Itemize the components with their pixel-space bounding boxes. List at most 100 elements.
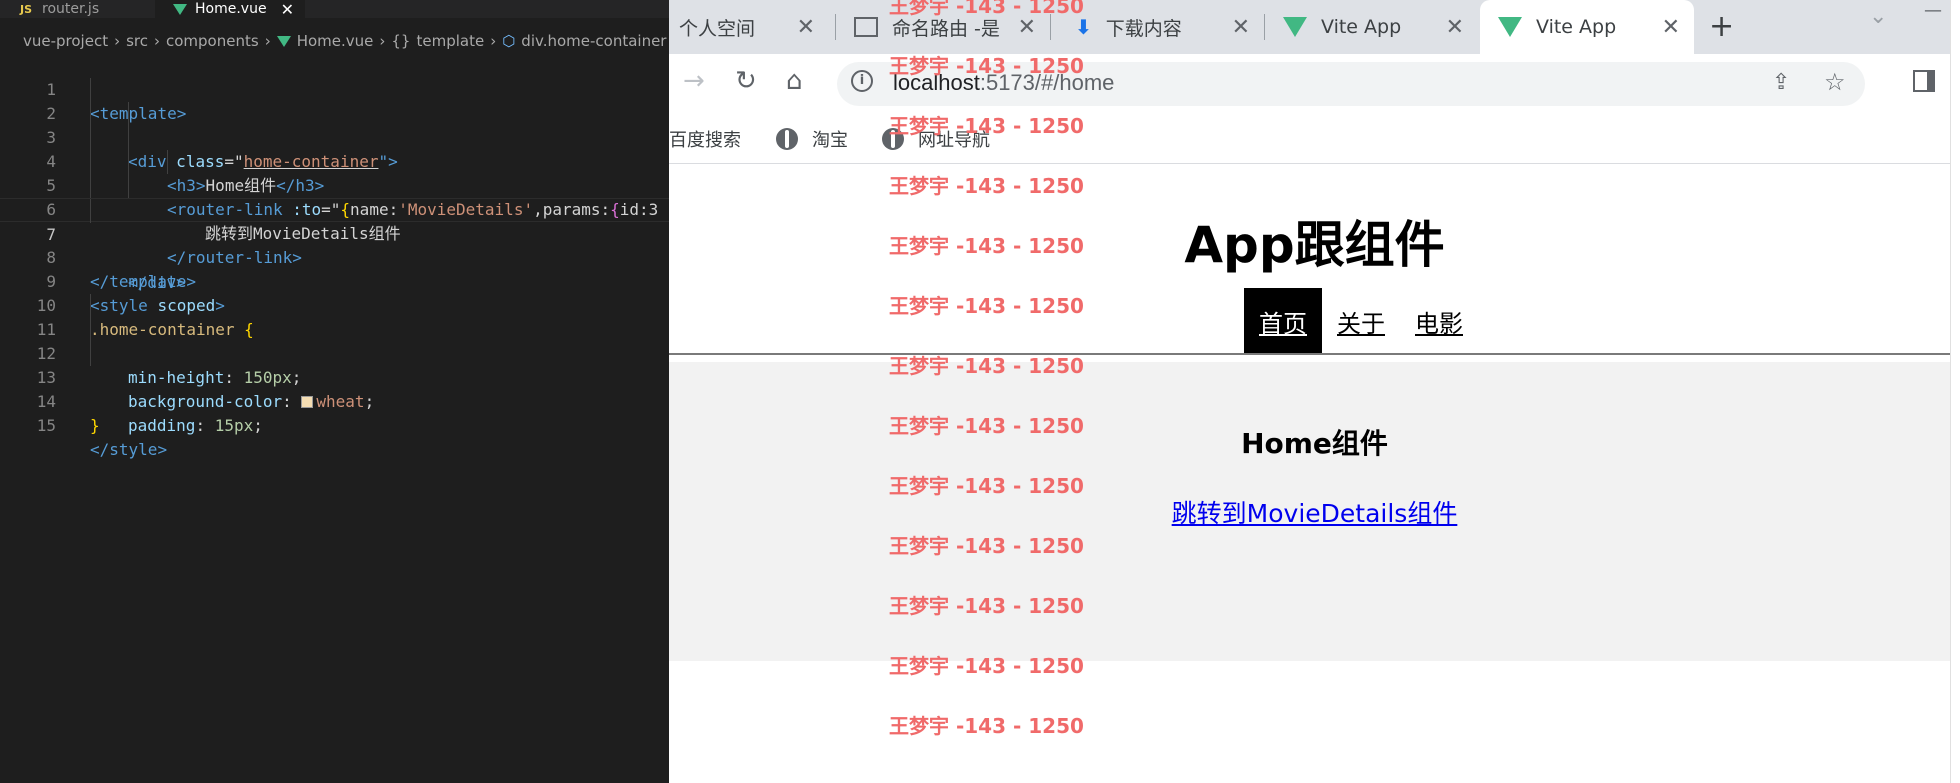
tab-title: 命名路由 -是	[892, 17, 1000, 40]
web-page-content: App跟组件 首页 关于 电影 Home组件 跳转到MovieDetails组件	[669, 165, 1960, 783]
forward-arrow-icon[interactable]: →	[683, 66, 705, 96]
editor-tab-label: router.js	[42, 1, 100, 17]
chevron-right-icon: ›	[154, 32, 160, 50]
share-icon[interactable]: ⇪	[1772, 70, 1790, 95]
chevron-right-icon: ›	[114, 32, 121, 50]
browser-window: 个人空间 ✕ 命名路由 -是 ✕ ⬇ 下载内容 ✕ Vite App ✕ Vit…	[669, 0, 1960, 783]
url-host: localhost	[893, 70, 980, 95]
breadcrumb-item[interactable]: template	[416, 32, 484, 50]
editor-tab-bar: JS router.js Home.vue ✕	[0, 0, 669, 19]
chevron-right-icon: ›	[264, 32, 271, 50]
bookmark-label: 网址导航	[918, 130, 990, 151]
nav-link-home[interactable]: 首页	[1244, 288, 1322, 354]
breadcrumb-item[interactable]: vue-project	[23, 32, 108, 50]
tab-title: 下载内容	[1105, 17, 1182, 40]
breadcrumb-item[interactable]: components	[166, 32, 259, 50]
nav-link-about[interactable]: 关于	[1322, 288, 1400, 354]
code-line: 11 min-height: 150px;	[0, 294, 669, 387]
close-icon[interactable]: ✕	[1232, 15, 1250, 40]
code-line: 14 }	[0, 366, 669, 435]
code-token: 15px	[214, 416, 254, 435]
braces-icon: {}	[391, 32, 411, 50]
code-line: 9 <style scoped>	[0, 246, 669, 315]
close-icon[interactable]: ✕	[1018, 15, 1036, 40]
tab-title: Vite App	[1321, 16, 1402, 38]
browser-tab[interactable]: ⬇ 下载内容 ✕	[1051, 0, 1264, 54]
bookmark-item[interactable]: 淘宝	[776, 126, 848, 152]
code-line: 1 <template>	[0, 54, 669, 123]
browser-tab[interactable]: 个人空间 ✕	[669, 0, 829, 54]
url-text[interactable]: localhost:5173/#/home	[893, 70, 1114, 96]
browser-tab-strip: 个人空间 ✕ 命名路由 -是 ✕ ⬇ 下载内容 ✕ Vite App ✕ Vit…	[669, 0, 1960, 54]
tab-title: Vite App	[1536, 16, 1617, 38]
address-bar[interactable]: i localhost:5173/#/home ⇪ ☆	[837, 62, 1865, 106]
home-icon[interactable]: ⌂	[786, 66, 803, 96]
editor-tab-router-js[interactable]: JS router.js	[0, 0, 155, 18]
code-line: 15 </style>	[0, 390, 669, 459]
code-line: 13 padding: 15px;	[0, 342, 669, 435]
vue-file-icon	[173, 3, 187, 15]
bookmarks-bar: 百度搜索 淘宝 网址导航	[669, 114, 1960, 164]
bookmark-label: 百度搜索	[669, 130, 741, 151]
code-line: 8 </template>	[0, 222, 669, 291]
side-panel-icon[interactable]	[1913, 70, 1935, 92]
browser-toolbar: → ↻ ⌂ i localhost:5173/#/home ⇪ ☆	[669, 54, 1960, 114]
bookmark-item[interactable]: 百度搜索	[669, 126, 741, 152]
browser-tab[interactable]: Vite App ✕	[1265, 0, 1478, 54]
tab-search-chevron-icon[interactable]: ⌄	[1869, 4, 1887, 29]
browser-tab-active[interactable]: Vite App ✕	[1480, 0, 1694, 54]
breadcrumb: vue-project › src › components › Home.vu…	[0, 30, 669, 52]
bookmark-star-icon[interactable]: ☆	[1824, 68, 1846, 96]
code-line-current: 7 </div>	[0, 198, 669, 292]
reload-icon[interactable]: ↻	[735, 66, 757, 96]
vue-file-icon	[276, 35, 291, 47]
code-line: 2 <div class="home-container">	[0, 78, 669, 171]
element-cube-icon: ⬡	[502, 32, 516, 50]
new-tab-button[interactable]: +	[1709, 9, 1734, 44]
code-token: :	[195, 416, 215, 435]
code-token: >	[157, 440, 168, 459]
close-icon[interactable]: ✕	[1662, 15, 1680, 40]
breadcrumb-item[interactable]: Home.vue	[297, 32, 374, 50]
vite-favicon-icon	[1283, 17, 1307, 37]
browser-tab[interactable]: 命名路由 -是 ✕	[836, 0, 1050, 54]
code-token: padding	[128, 416, 196, 435]
close-icon[interactable]: ✕	[797, 15, 815, 40]
tab-title: 个人空间	[679, 17, 756, 40]
home-heading: Home组件	[1241, 427, 1388, 460]
chevron-right-icon: ›	[490, 32, 497, 50]
url-path: :5173/#/home	[979, 70, 1115, 95]
js-file-icon: JS	[20, 2, 33, 16]
editor-tab-label: Home.vue	[195, 1, 267, 17]
nav-link-movie[interactable]: 电影	[1400, 288, 1478, 354]
editor-tab-home-vue[interactable]: Home.vue ✕	[155, 0, 305, 19]
divider	[669, 353, 1960, 355]
site-info-icon[interactable]: i	[851, 70, 873, 92]
breadcrumb-item[interactable]: div.home-container	[521, 32, 666, 50]
line-number: 15	[36, 416, 56, 435]
movie-details-link[interactable]: 跳转到MovieDetails组件	[669, 494, 1960, 530]
home-container: Home组件 跳转到MovieDetails组件	[669, 362, 1960, 661]
globe-icon	[776, 128, 798, 150]
globe-icon	[882, 128, 904, 150]
page-title: App跟组件	[1184, 216, 1445, 274]
code-token: style	[109, 440, 158, 459]
code-line: 10 .home-container {	[0, 270, 669, 339]
router-nav: 首页 关于 电影	[1244, 288, 1478, 354]
minimize-button[interactable]: —	[1924, 0, 1942, 21]
code-line: 12 background-color: wheat;	[0, 318, 669, 411]
breadcrumb-item[interactable]: src	[126, 32, 148, 50]
image-favicon-icon	[854, 17, 878, 37]
code-area[interactable]: 1 <template> 2 <div class="home-containe…	[0, 54, 669, 459]
code-line: 5 跳转到MovieDetails组件	[0, 150, 669, 243]
code-token: </	[90, 440, 110, 459]
code-line: 3 <h3>Home组件</h3>	[0, 102, 669, 195]
close-icon[interactable]: ✕	[281, 0, 294, 19]
code-line: 6 </router-link>	[0, 174, 669, 267]
bookmark-item[interactable]: 网址导航	[882, 126, 990, 152]
scrollbar[interactable]	[1950, 0, 1960, 783]
chevron-right-icon: ›	[379, 32, 386, 50]
code-editor: JS router.js Home.vue ✕ vue-project › sr…	[0, 0, 669, 783]
code-token: }	[90, 416, 100, 435]
close-icon[interactable]: ✕	[1446, 15, 1464, 40]
